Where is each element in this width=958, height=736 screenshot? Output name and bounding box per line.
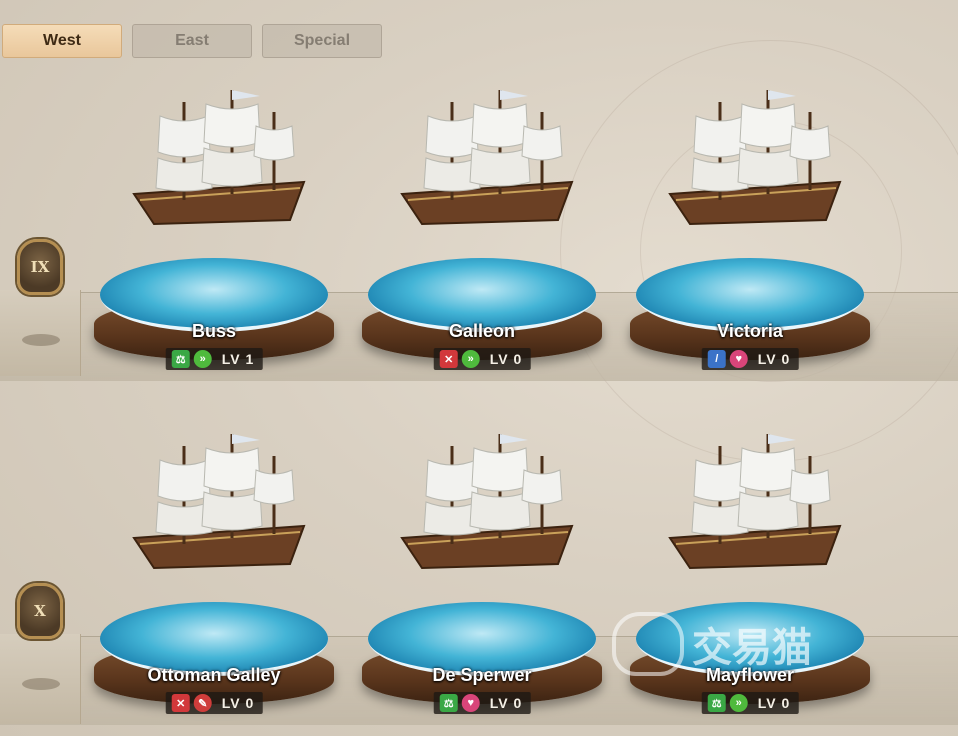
speed-icon: » — [193, 350, 212, 368]
ship-model-icon — [132, 90, 306, 226]
ship-name: Victoria — [717, 321, 783, 341]
tier-badge-10[interactable]: X — [16, 580, 64, 642]
ship-model-icon — [400, 90, 574, 226]
heart-icon: ♥ — [729, 350, 748, 368]
ship-card[interactable]: Galleon ✕» LV 0 — [362, 90, 602, 376]
tab-special[interactable]: Special — [262, 24, 382, 58]
speed-icon: » — [461, 350, 480, 368]
cat-logo-icon — [612, 612, 684, 676]
watermark: 交易猫 — [612, 612, 812, 676]
ship-stats-bar: ✕» LV 0 — [433, 348, 531, 370]
ship-model-icon — [132, 434, 306, 570]
tier-side-panel — [0, 290, 81, 376]
ship-level: LV 0 — [757, 695, 791, 711]
balance-icon: ⚖ — [439, 694, 458, 712]
ship-card[interactable]: Victoria / ♥ LV 0 — [630, 90, 870, 376]
heart-icon: ♥ — [461, 694, 480, 712]
ship-level: LV 0 — [489, 351, 523, 367]
ship-model-icon — [668, 434, 842, 570]
ship-level: LV 1 — [221, 351, 255, 367]
ship-stats-bar: / ♥ LV 0 — [701, 348, 799, 370]
ship-card[interactable]: Ottoman Galley ✕ ✎ LV 0 — [94, 434, 334, 720]
tier-shadow — [22, 678, 60, 690]
speed-icon: » — [729, 694, 748, 712]
ship-stats-bar: ⚖ ♥ LV 0 — [433, 692, 531, 714]
ship-stats-bar: ⚖» LV 1 — [165, 348, 263, 370]
ship-name: De Sperwer — [432, 665, 532, 685]
balance-icon: ⚖ — [707, 694, 726, 712]
tab-east[interactable]: East — [132, 24, 252, 58]
tier-shadow — [22, 334, 60, 346]
crossed-swords-icon: ✕ — [439, 350, 458, 368]
tab-west[interactable]: West — [2, 24, 122, 58]
ship-model-icon — [668, 90, 842, 226]
tier-badge-9[interactable]: IX — [16, 236, 64, 298]
ship-level: LV 0 — [757, 351, 791, 367]
watermark-text: 交易猫 — [692, 626, 812, 670]
ship-card[interactable]: De Sperwer ⚖ ♥ LV 0 — [362, 434, 602, 720]
telescope-icon: / — [707, 350, 726, 368]
ship-level: LV 0 — [489, 695, 523, 711]
tier-numeral: X — [17, 583, 63, 639]
flame-icon: ✎ — [193, 694, 212, 712]
ship-stats-bar: ⚖» LV 0 — [701, 692, 799, 714]
ship-name: Galleon — [448, 321, 515, 341]
crossed-swords-icon: ✕ — [171, 694, 190, 712]
ship-name: Buss — [191, 321, 236, 341]
ship-level: LV 0 — [221, 695, 255, 711]
tier-numeral: IX — [17, 239, 63, 295]
ship-card[interactable]: Buss ⚖» LV 1 — [94, 90, 334, 376]
ship-stats-bar: ✕ ✎ LV 0 — [165, 692, 263, 714]
balance-icon: ⚖ — [171, 350, 190, 368]
ship-model-icon — [400, 434, 574, 570]
ship-name: Ottoman Galley — [147, 665, 281, 685]
